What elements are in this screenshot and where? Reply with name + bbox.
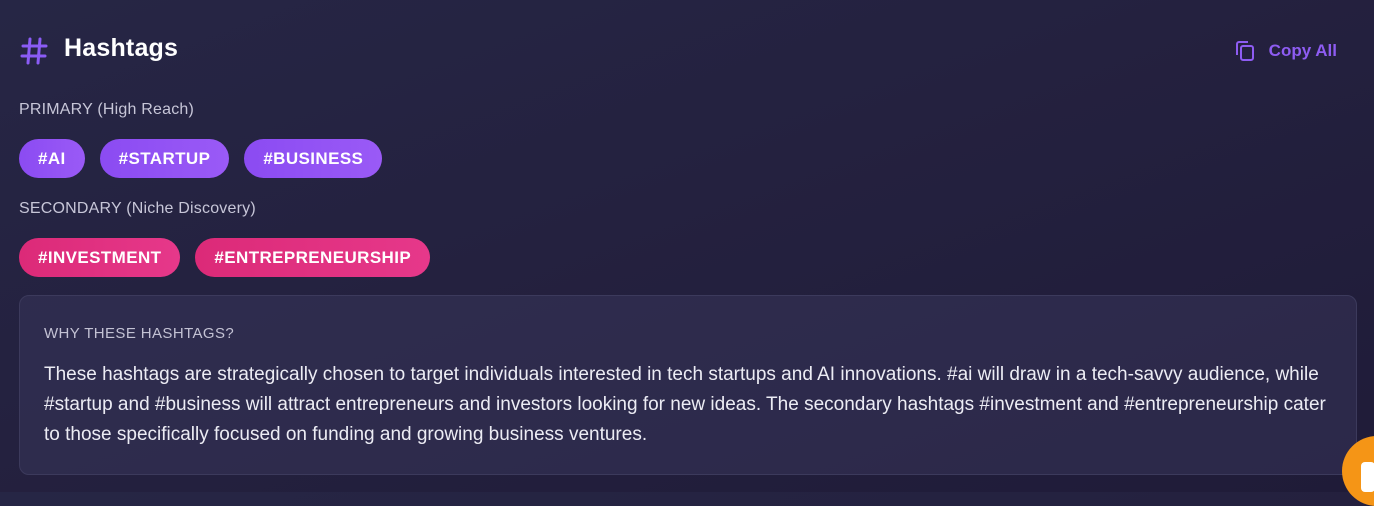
secondary-section-label: SECONDARY (Niche Discovery) xyxy=(19,200,256,217)
hashtag-investment[interactable]: #INVESTMENT xyxy=(19,238,181,277)
hash-icon xyxy=(20,37,48,65)
copy-all-label: Copy All xyxy=(1268,41,1337,60)
hashtags-card: Hashtags Copy All PRIMARY (High Reach) #… xyxy=(0,0,1374,506)
secondary-tag-row: #INVESTMENT #ENTREPRENEURSHIP xyxy=(19,238,431,277)
copy-icon xyxy=(1235,41,1254,61)
copy-all-button[interactable]: Copy All xyxy=(1233,36,1337,66)
primary-tag-row: #AI #STARTUP #BUSINESS xyxy=(19,139,383,178)
hashtag-ai[interactable]: #AI xyxy=(19,139,85,178)
hashtag-startup[interactable]: #STARTUP xyxy=(99,139,230,178)
card-title: Hashtags xyxy=(64,34,179,62)
why-hashtags-title: WHY THESE HASHTAGS? xyxy=(44,325,235,342)
hashtag-entrepreneurship[interactable]: #ENTREPRENEURSHIP xyxy=(195,238,431,277)
why-hashtags-text: These hashtags are strategically chosen … xyxy=(44,364,1326,445)
chat-icon xyxy=(1361,462,1374,492)
card-header: Hashtags Copy All xyxy=(19,30,1349,72)
primary-section-label: PRIMARY (High Reach) xyxy=(19,101,195,118)
hashtag-business[interactable]: #BUSINESS xyxy=(244,139,383,178)
why-hashtags-panel: WHY THESE HASHTAGS? These hashtags are s… xyxy=(19,295,1357,475)
